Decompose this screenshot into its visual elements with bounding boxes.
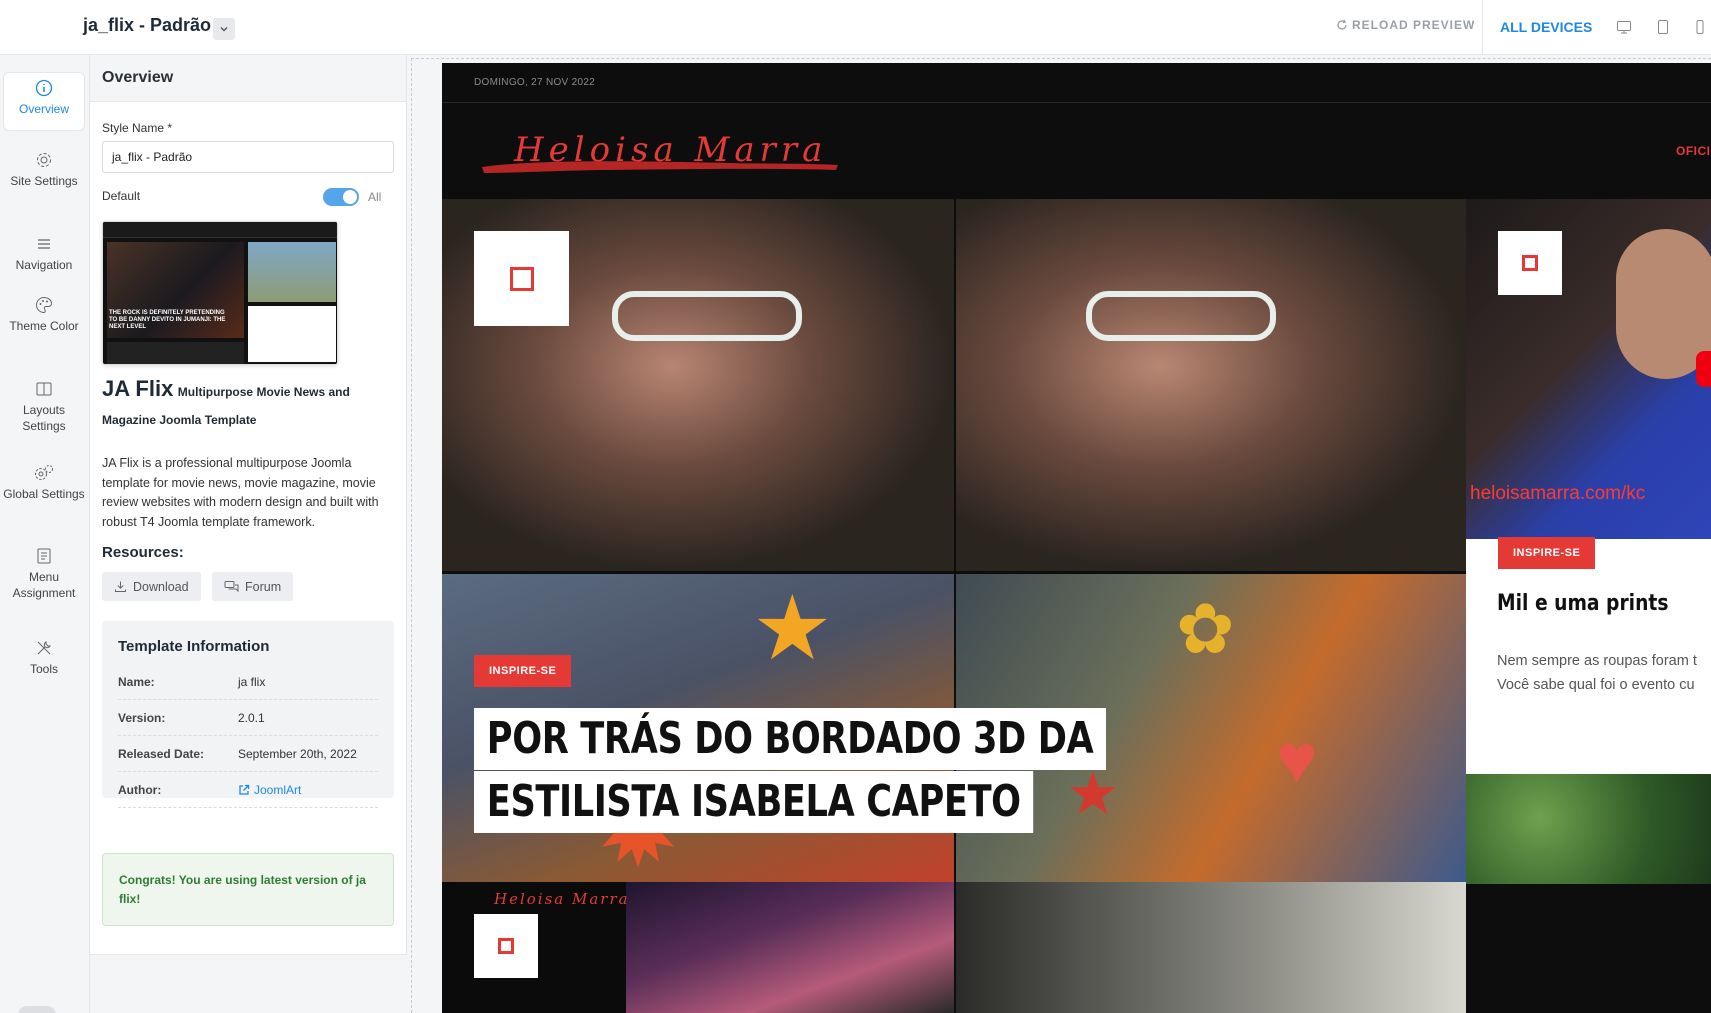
info-row-author: Author: JoomlArt xyxy=(118,772,378,808)
list-icon xyxy=(37,548,51,564)
sidebar-item-layouts-settings[interactable]: Layouts Settings xyxy=(3,374,85,434)
panel-title: Overview xyxy=(90,55,406,102)
settings-panel: Overview Style Name * ja_flix - Padrão D… xyxy=(90,55,407,1013)
hero-headline-line-1[interactable]: POR TRÁS DO BORDADO 3D DA xyxy=(474,708,1107,770)
chat-icon xyxy=(224,581,239,593)
format-badge xyxy=(1498,231,1562,295)
sidebar-item-overview[interactable]: Overview xyxy=(3,72,85,131)
reload-preview-button[interactable]: RELOAD PREVIEW xyxy=(1336,18,1475,32)
hero-article[interactable]: ★ ✹ ✿ ★ ♥ INSPIRE-SE POR TRÁS DO BORDADO… xyxy=(442,199,1466,882)
style-dropdown-button[interactable] xyxy=(213,18,235,40)
style-name-label: Style Name * xyxy=(102,121,173,135)
sidebar: Overview Site Settings Navigation Theme … xyxy=(0,55,90,1013)
template-name: JA Flix xyxy=(102,376,174,401)
image-url-overlay: heloisamarra.com/kc xyxy=(1470,483,1646,504)
top-bar: ja_flix - Padrão RELOAD PREVIEW ALL DEVI… xyxy=(0,0,1711,55)
bottom-article[interactable] xyxy=(956,882,1466,1013)
sidebar-item-tools[interactable]: Tools xyxy=(3,633,85,677)
author-link-label: JoomlArt xyxy=(254,782,302,797)
forum-label: Forum xyxy=(245,579,282,594)
info-title: Template Information xyxy=(118,638,270,655)
info-value: ja flix xyxy=(238,674,266,689)
sidebar-item-label: Global Settings xyxy=(3,487,85,501)
reload-icon xyxy=(1337,19,1347,30)
resources-title: Resources: xyxy=(102,544,184,561)
site-date: DOMINGO, 27 NOV 2022 xyxy=(474,77,596,88)
info-value: 2.0.1 xyxy=(238,710,265,725)
category-tag[interactable]: INSPIRE-SE xyxy=(1498,537,1596,569)
format-badge xyxy=(474,231,569,326)
reload-preview-label: RELOAD PREVIEW xyxy=(1352,18,1476,32)
bottom-logo: Heloisa Marra xyxy=(494,890,630,908)
menu-icon xyxy=(38,239,50,249)
palette-icon xyxy=(36,296,53,314)
sidebar-item-label: Tools xyxy=(29,662,58,676)
sidebar-item-label: Site Settings xyxy=(10,174,78,188)
sidebar-item-label: Overview xyxy=(18,102,69,116)
sidebar-item-label: Navigation xyxy=(15,258,73,272)
template-information: Template Information Name: ja flix Versi… xyxy=(102,621,394,808)
info-icon xyxy=(35,79,53,97)
hero-headline-line-2[interactable]: ESTILISTA ISABELA CAPETO xyxy=(474,771,1034,833)
default-label: Default xyxy=(102,189,141,203)
all-devices-button[interactable]: ALL DEVICES xyxy=(1500,19,1592,35)
style-name-input[interactable]: ja_flix - Padrão xyxy=(102,141,394,173)
side-article-excerpt-line: Você sabe qual foi o evento cu xyxy=(1497,677,1695,693)
template-thumbnail: THE ROCK IS DEFINITELY PRETENDING TO BE … xyxy=(102,221,338,365)
info-value: September 20th, 2022 xyxy=(238,746,357,761)
gear-icon xyxy=(37,153,51,167)
bottom-article[interactable]: Heloisa Marra xyxy=(442,882,954,1013)
side-article-image-2 xyxy=(1466,774,1711,884)
device-switcher: ALL DEVICES xyxy=(1482,0,1711,55)
panel-footer xyxy=(90,954,407,1013)
tablet-icon[interactable] xyxy=(1655,19,1671,35)
default-toggle[interactable] xyxy=(323,188,359,206)
sidebar-item-theme-color[interactable]: Theme Color xyxy=(3,290,85,334)
sidebar-item-global-settings[interactable]: Global Settings xyxy=(3,458,85,502)
sidebar-item-navigation[interactable]: Navigation xyxy=(3,229,85,273)
tools-icon xyxy=(37,641,51,655)
logo-text: Heloisa Marra xyxy=(513,130,827,170)
default-toggle-label: All xyxy=(368,190,382,204)
side-article-title[interactable]: Mil e uma prints xyxy=(1497,591,1668,616)
info-row-name: Name: ja flix xyxy=(118,664,378,700)
template-title: JA Flix Multipurpose Movie News and Maga… xyxy=(102,375,397,434)
side-article[interactable]: heloisamarra.com/kc INSPIRE-SE Mil e uma… xyxy=(1466,199,1711,884)
layout-icon xyxy=(36,382,52,396)
sidebar-item-label: Layouts Settings xyxy=(22,403,66,434)
category-tag[interactable]: INSPIRE-SE xyxy=(474,655,572,687)
site-preview[interactable]: DOMINGO, 27 NOV 2022 Heloisa Marra OFICI… xyxy=(442,63,1711,1013)
mobile-icon[interactable] xyxy=(1692,19,1708,35)
info-key: Version: xyxy=(118,710,166,725)
info-row-released-date: Released Date: September 20th, 2022 xyxy=(118,736,378,772)
download-label: Download xyxy=(133,579,189,594)
forum-button[interactable]: Forum xyxy=(212,572,294,601)
sidebar-collapse-toggle[interactable] xyxy=(18,1006,56,1013)
info-key: Author: xyxy=(118,782,162,797)
sidebar-item-label: Theme Color xyxy=(9,319,79,333)
hero-image xyxy=(956,199,1466,571)
template-description: JA Flix is a professional multipurpose J… xyxy=(102,456,379,529)
thumbnail-caption: THE ROCK IS DEFINITELY PRETENDING TO BE … xyxy=(109,310,226,330)
info-key: Released Date: xyxy=(118,746,205,761)
chevron-down-icon xyxy=(220,27,228,32)
sidebar-item-menu-assignment[interactable]: Menu Assignment xyxy=(3,541,85,601)
format-badge xyxy=(474,914,538,978)
site-logo[interactable]: Heloisa Marra xyxy=(480,123,840,188)
download-button[interactable]: Download xyxy=(102,572,201,601)
gears-icon xyxy=(35,465,53,480)
side-article-excerpt-line: Nem sempre as roupas foram t xyxy=(1497,653,1697,669)
site-nav-item[interactable]: OFICI xyxy=(1676,144,1711,158)
sidebar-item-site-settings[interactable]: Site Settings xyxy=(3,145,85,189)
sidebar-item-label: Menu Assignment xyxy=(12,570,76,601)
author-link[interactable]: JoomlArt xyxy=(238,783,301,797)
style-title: ja_flix - Padrão xyxy=(83,15,212,35)
info-key: Name: xyxy=(118,674,155,689)
info-row-version: Version: 2.0.1 xyxy=(118,700,378,736)
desktop-icon[interactable] xyxy=(1616,19,1632,35)
external-link-icon xyxy=(239,784,250,795)
download-icon xyxy=(115,581,126,592)
version-status-message: Congrats! You are using latest version o… xyxy=(102,853,394,926)
